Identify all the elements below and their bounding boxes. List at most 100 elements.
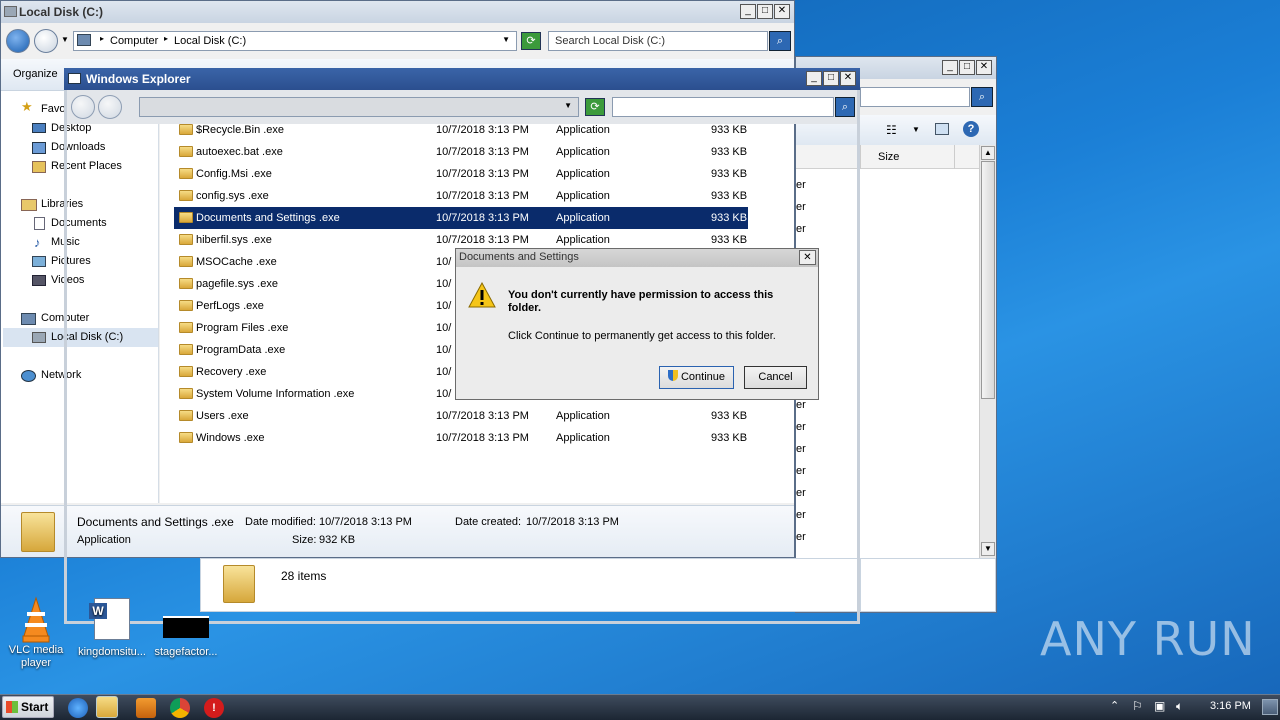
dialog-heading: You don't currently have permission to a…	[508, 289, 774, 314]
libraries-icon	[21, 199, 37, 211]
recent-places-icon	[32, 161, 46, 173]
desktop-icon-stagefactor[interactable]: stagefactor...	[150, 598, 222, 658]
scroll-thumb[interactable]	[981, 161, 995, 399]
show-desktop-button[interactable]	[1262, 699, 1278, 715]
maximize-button[interactable]: □	[757, 4, 773, 19]
search-icon[interactable]: ⌕	[971, 87, 993, 107]
maximize-button[interactable]: □	[823, 71, 839, 86]
folder-icon	[179, 366, 193, 377]
close-button[interactable]: ✕	[840, 71, 856, 86]
file-name: Documents and Settings .exe	[196, 212, 340, 224]
scroll-down-icon[interactable]: ▼	[981, 542, 995, 556]
dialog-titlebar[interactable]: Documents and Settings ✕	[456, 249, 818, 267]
file-date: 10/	[436, 256, 452, 268]
file-date: 10/	[436, 300, 452, 312]
view-dropdown-icon[interactable]: ▼	[912, 125, 920, 134]
desktop-icon-label: stagefactor...	[154, 646, 218, 658]
explorer-search-input[interactable]	[612, 97, 834, 117]
file-date: 10/7/2018 3:13 PM	[436, 146, 529, 158]
forward-button[interactable]	[98, 95, 122, 119]
redacted-icon	[163, 616, 209, 638]
continue-button[interactable]: Continue	[659, 366, 734, 389]
flag-icon[interactable]: ⚐	[1132, 699, 1143, 713]
media-player-icon[interactable]	[136, 698, 156, 718]
vlc-icon	[22, 596, 50, 643]
file-row[interactable]: $Recycle.Bin .exe 10/7/2018 3:13 PM Applic…	[174, 119, 748, 141]
folder-icon	[179, 256, 193, 267]
address-dropdown-icon[interactable]: ▼	[502, 35, 510, 44]
taskbar	[0, 694, 1280, 720]
back-button[interactable]	[6, 29, 30, 53]
show-hidden-icons-icon[interactable]: ⌃	[1110, 699, 1119, 712]
minimize-button[interactable]: _	[942, 60, 958, 75]
refresh-button[interactable]: ⟳	[521, 32, 541, 50]
file-name: $Recycle.Bin .exe	[196, 124, 285, 136]
start-button[interactable]: Start	[2, 696, 54, 718]
minimize-button[interactable]: _	[740, 4, 756, 19]
downloads-icon	[32, 142, 46, 154]
clock[interactable]: 3:16 PM	[1210, 700, 1251, 712]
desktop-icon-vlc[interactable]: VLC media player	[0, 596, 72, 670]
ie-icon[interactable]	[68, 698, 88, 718]
maximize-button[interactable]: □	[959, 60, 975, 75]
view-options-icon[interactable]: ☷	[886, 123, 897, 137]
search-icon[interactable]: ⌕	[835, 97, 855, 117]
back-button[interactable]	[71, 95, 95, 119]
minimize-button[interactable]: _	[806, 71, 822, 86]
file-date: 10/7/2018 3:13 PM	[436, 124, 529, 136]
dialog-close-button[interactable]: ✕	[799, 250, 816, 265]
file-date: 10/7/2018 3:13 PM	[436, 190, 529, 202]
local-disk-titlebar[interactable]: Local Disk (C:)	[1, 1, 794, 23]
breadcrumb-computer[interactable]: Computer	[110, 35, 158, 47]
breadcrumb-local-disk[interactable]: Local Disk (C:)	[174, 35, 246, 47]
refresh-button[interactable]: ⟳	[585, 98, 605, 116]
file-size: 933 KB	[711, 146, 748, 158]
word-doc-icon: W	[89, 598, 130, 640]
network-tray-icon[interactable]: ▣	[1154, 699, 1165, 713]
status-strip-right	[860, 558, 996, 612]
chrome-icon[interactable]	[170, 698, 190, 718]
folder-icon	[179, 124, 193, 135]
preview-pane-icon[interactable]	[935, 123, 949, 135]
file-row[interactable]: Windows .exe 10/7/2018 3:13 PM Application…	[174, 427, 748, 449]
scroll-up-icon[interactable]: ▲	[981, 146, 995, 160]
file-row[interactable]: Config.Msi .exe 10/7/2018 3:13 PM Applicat…	[174, 163, 748, 185]
nav-dropdown-icon[interactable]: ▼	[61, 35, 69, 44]
file-size: 933 KB	[711, 190, 748, 202]
file-row[interactable]: config.sys .exe 10/7/2018 3:13 PM Applicat…	[174, 185, 748, 207]
file-type: Application	[556, 168, 610, 180]
desktop-icon-label: VLC media player	[8, 644, 64, 669]
explorer-address-bar[interactable]: ▼	[139, 97, 579, 117]
forward-button[interactable]	[34, 29, 58, 53]
desktop-icon-word-doc[interactable]: W kingdomsitu...	[76, 598, 148, 658]
address-bar[interactable]: ▸ Computer ▸ Local Disk (C:) ▼	[73, 31, 517, 51]
folder-icon	[179, 432, 193, 443]
right-search-input[interactable]	[860, 87, 970, 107]
file-type: Application	[556, 410, 610, 422]
help-icon[interactable]: ?	[963, 121, 979, 137]
search-input[interactable]: Search Local Disk (C:)	[548, 31, 768, 51]
desktop-icon	[32, 123, 46, 133]
cancel-button[interactable]: Cancel	[744, 366, 807, 389]
security-app-icon[interactable]: !	[204, 698, 224, 718]
file-row[interactable]: autoexec.bat .exe 10/7/2018 3:13 PM Applic…	[174, 141, 748, 163]
explorer-taskbar-icon[interactable]	[96, 696, 118, 718]
file-row[interactable]: Documents and Settings .exe 10/7/2018 3:1…	[174, 207, 748, 229]
close-button[interactable]: ✕	[774, 4, 790, 19]
address-dropdown-icon[interactable]: ▼	[564, 101, 572, 110]
file-size: 933 KB	[711, 124, 748, 136]
computer-icon	[77, 34, 91, 46]
dialog-title: Documents and Settings	[459, 251, 579, 263]
breadcrumb-arrow-icon: ▸	[100, 34, 105, 43]
close-button[interactable]: ✕	[976, 60, 992, 75]
windows-explorer-titlebar[interactable]: Windows Explorer	[64, 68, 860, 90]
anyrun-watermark: ANY RUN	[1040, 612, 1256, 666]
folder-icon	[179, 212, 193, 223]
network-icon	[21, 370, 36, 382]
vertical-scrollbar[interactable]: ▲ ▼	[979, 145, 996, 559]
volume-icon[interactable]: 🔈︎	[1176, 699, 1183, 714]
organize-button[interactable]: Organize	[13, 68, 58, 80]
col-size-header[interactable]: Size	[878, 151, 899, 163]
search-icon[interactable]: ⌕	[769, 31, 791, 51]
file-row[interactable]: Users .exe 10/7/2018 3:13 PM Application 93…	[174, 405, 748, 427]
